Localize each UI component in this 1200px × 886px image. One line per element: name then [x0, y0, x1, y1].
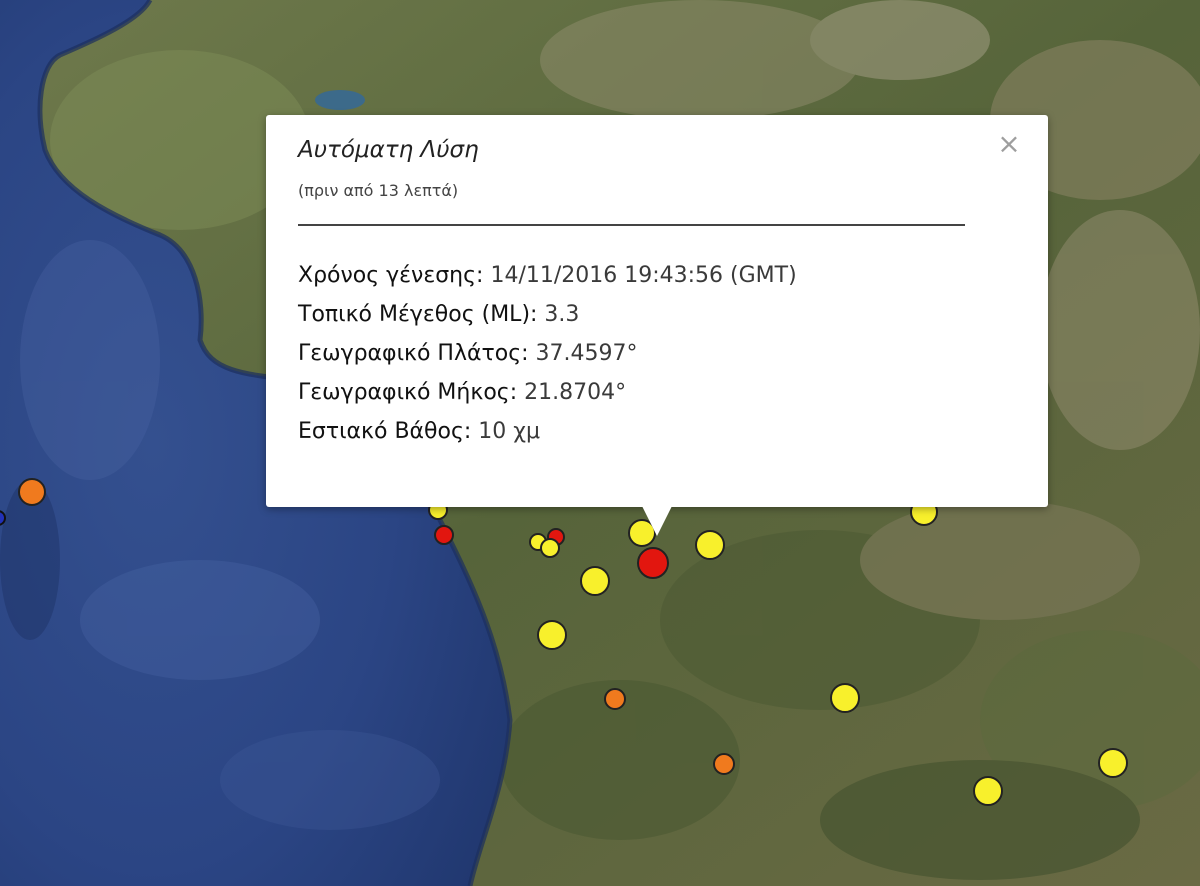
field-value: 37.4597°: [528, 341, 638, 366]
event-marker[interactable]: [0, 510, 6, 526]
event-marker[interactable]: [604, 688, 626, 710]
field-label: Τοπικό Μέγεθος (ML):: [298, 302, 538, 327]
field-label: Γεωγραφικό Μήκος:: [298, 380, 518, 405]
lagoon: [315, 90, 365, 110]
depth-row: Εστιακό Βάθος: 10 χμ: [298, 417, 797, 456]
popup-title: Αυτόματη Λύση: [298, 137, 479, 163]
event-marker[interactable]: [580, 566, 610, 596]
popup-subtitle: (πριν από 13 λεπτά): [298, 181, 459, 200]
event-marker[interactable]: [695, 530, 725, 560]
field-value: 3.3: [537, 302, 580, 327]
popup-pointer: [642, 506, 672, 536]
event-marker[interactable]: [434, 525, 454, 545]
field-value: 10 χμ: [471, 419, 540, 444]
longitude-row: Γεωγραφικό Μήκος: 21.8704°: [298, 378, 797, 417]
close-icon[interactable]: ×: [994, 129, 1024, 159]
event-marker[interactable]: [537, 620, 567, 650]
magnitude-row: Τοπικό Μέγεθος (ML): 3.3: [298, 300, 797, 339]
info-popup: × Αυτόματη Λύση (πριν από 13 λεπτά) Χρόν…: [266, 115, 1048, 536]
event-marker[interactable]: [1098, 748, 1128, 778]
event-marker[interactable]: [540, 538, 560, 558]
event-marker[interactable]: [713, 753, 735, 775]
latitude-row: Γεωγραφικό Πλάτος: 37.4597°: [298, 339, 797, 378]
event-marker[interactable]: [18, 478, 46, 506]
origin-time-row: Χρόνος γένεσης: 14/11/2016 19:43:56 (GMT…: [298, 261, 797, 300]
field-value: 14/11/2016 19:43:56 (GMT): [483, 263, 797, 288]
divider: [298, 224, 965, 226]
event-marker[interactable]: [973, 776, 1003, 806]
field-label: Χρόνος γένεσης:: [298, 263, 484, 288]
field-label: Εστιακό Βάθος:: [298, 419, 472, 444]
event-marker[interactable]: [830, 683, 860, 713]
epicenter-marker[interactable]: [637, 547, 669, 579]
field-label: Γεωγραφικό Πλάτος:: [298, 341, 529, 366]
field-value: 21.8704°: [517, 380, 627, 405]
field-list: Χρόνος γένεσης: 14/11/2016 19:43:56 (GMT…: [298, 261, 797, 456]
